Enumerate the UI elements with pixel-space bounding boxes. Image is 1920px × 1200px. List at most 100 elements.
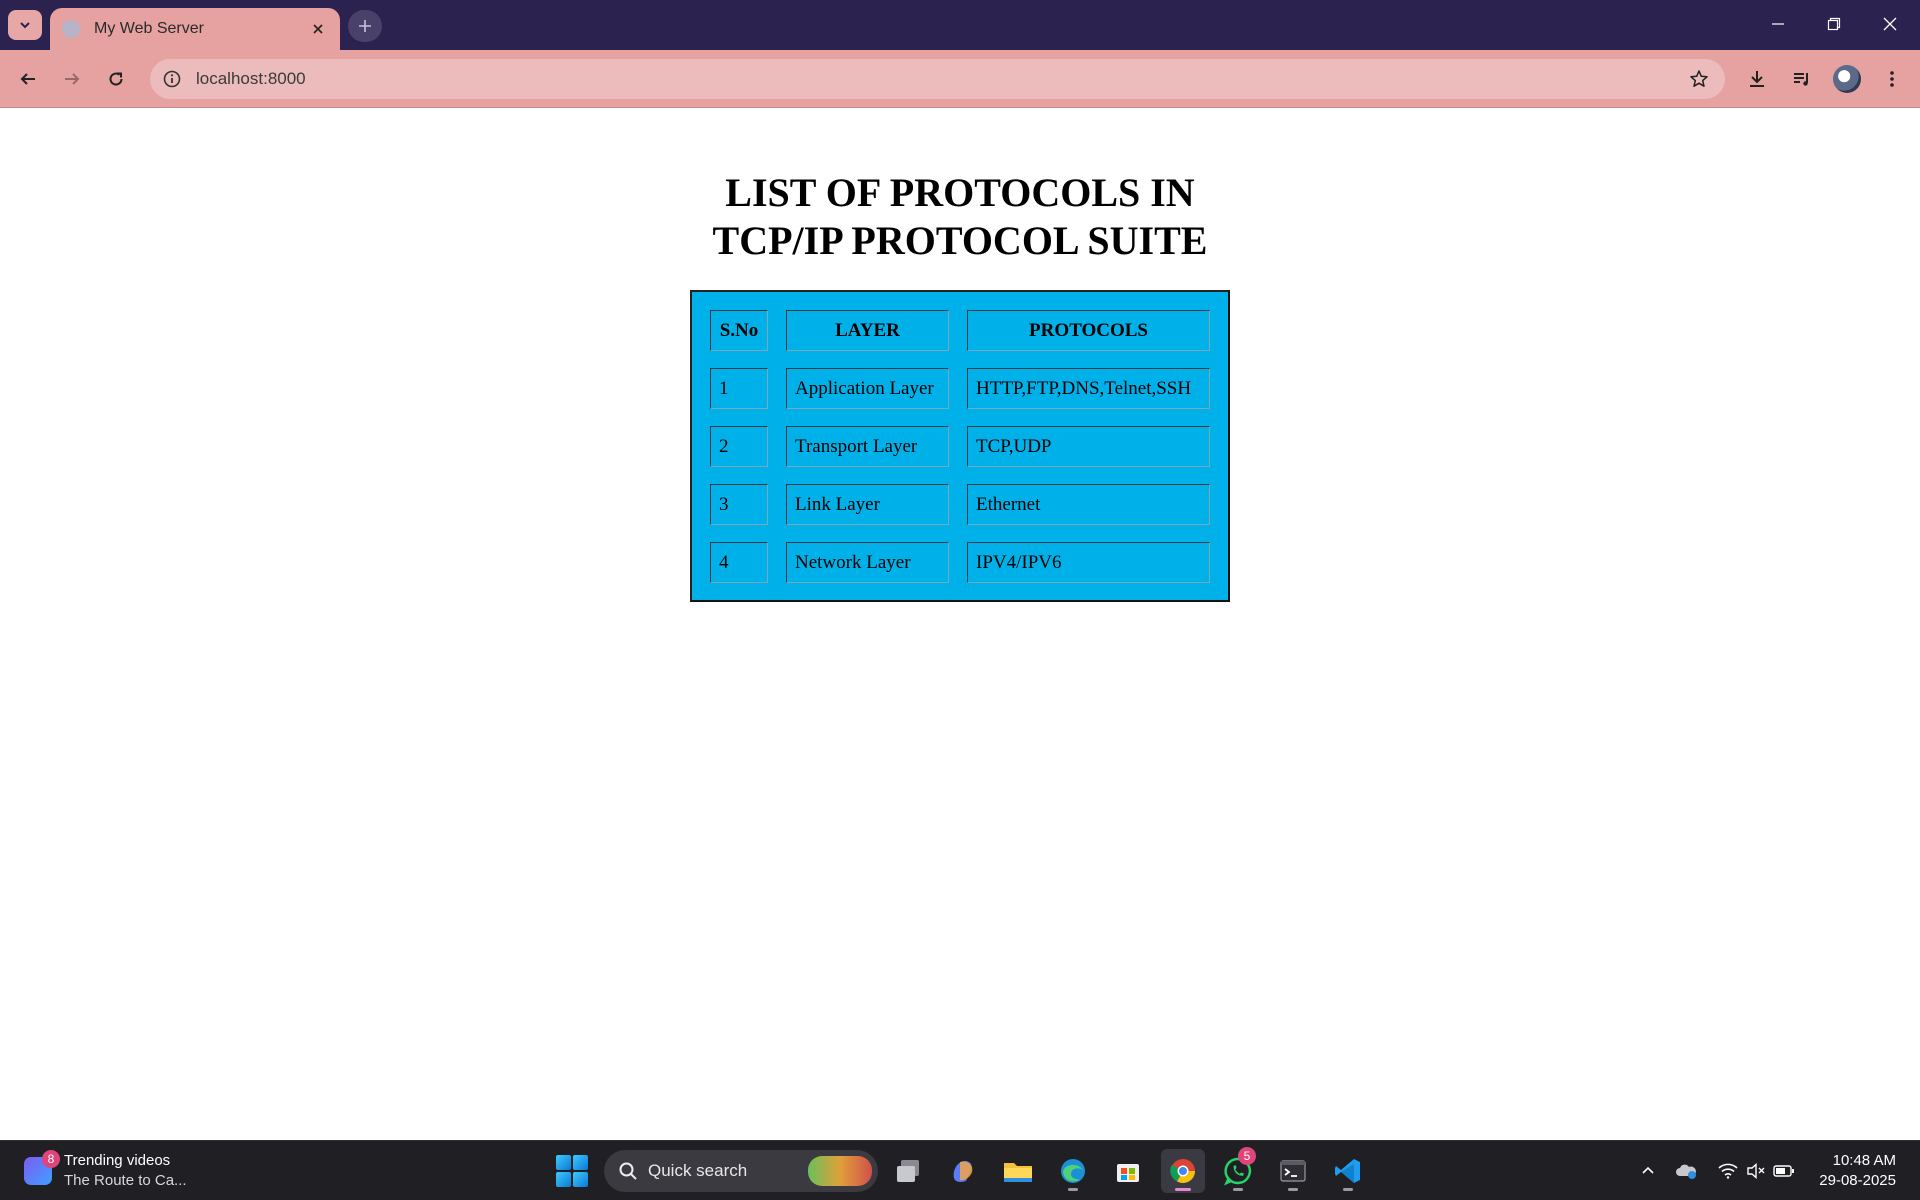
- restore-icon: [1827, 17, 1841, 31]
- globe-icon: [62, 20, 80, 38]
- copilot-app[interactable]: [941, 1149, 985, 1193]
- new-tab-button[interactable]: [348, 10, 382, 42]
- chevron-up-icon: [1642, 1166, 1654, 1174]
- widget-subtitle: The Route to Ca...: [64, 1172, 187, 1189]
- table-cell-protocols: Ethernet: [967, 484, 1210, 525]
- wifi-tray-button[interactable]: [1714, 1157, 1742, 1185]
- close-window-button[interactable]: [1862, 4, 1918, 44]
- running-indicator: [1288, 1188, 1298, 1191]
- taskbar-clock[interactable]: 10:48 AM 29-08-2025: [1819, 1151, 1896, 1191]
- close-icon: [1883, 17, 1897, 31]
- terminal-icon: [1280, 1160, 1306, 1182]
- address-bar[interactable]: localhost:8000: [150, 59, 1725, 99]
- windows-logo-tile: [556, 1155, 571, 1170]
- running-indicator: [1068, 1188, 1078, 1191]
- reload-button[interactable]: [96, 59, 136, 99]
- playlist-icon: [1794, 73, 1808, 86]
- battery-tray-button[interactable]: [1770, 1157, 1798, 1185]
- more-vertical-icon: [1890, 71, 1894, 87]
- taskbar: 8 Trending videos The Route to Ca... Qui…: [0, 1140, 1920, 1200]
- taskbar-search[interactable]: Quick search: [604, 1150, 878, 1192]
- table-cell-protocols: IPV4/IPV6: [967, 542, 1210, 583]
- windows-logo-tile: [573, 1172, 588, 1187]
- browser-menu-button[interactable]: [1872, 59, 1912, 99]
- battery-icon: [1773, 1165, 1794, 1177]
- browser-tab[interactable]: My Web Server: [50, 8, 340, 50]
- table-cell-sno: 4: [710, 542, 768, 583]
- widget-title: Trending videos: [64, 1152, 171, 1169]
- chevron-down-icon: [20, 22, 30, 29]
- minimize-button[interactable]: [1750, 4, 1806, 44]
- table-header-protocols: PROTOCOLS: [967, 310, 1210, 351]
- table-cell-layer: Link Layer: [786, 484, 949, 525]
- media-controls-button[interactable]: [1782, 59, 1822, 99]
- widgets-button[interactable]: 8 Trending videos The Route to Ca...: [24, 1149, 187, 1193]
- download-icon: [1750, 71, 1764, 87]
- store-bag-icon: [1117, 1164, 1139, 1182]
- page-content: LIST OF PROTOCOLS IN TCP/IP PROTOCOL SUI…: [0, 109, 1920, 1140]
- volume-tray-button[interactable]: [1742, 1157, 1770, 1185]
- minimize-icon: [1772, 23, 1784, 25]
- table-header-sno: S.No: [710, 310, 768, 351]
- restore-button[interactable]: [1806, 4, 1862, 44]
- back-button[interactable]: [8, 59, 48, 99]
- widget-text: Trending videos The Route to Ca...: [64, 1151, 187, 1191]
- reload-icon: [109, 72, 123, 86]
- microsoft-store-app[interactable]: [1106, 1149, 1150, 1193]
- notification-badge: 8: [42, 1150, 60, 1168]
- file-manager-app[interactable]: [886, 1149, 930, 1193]
- tab-search-button[interactable]: [8, 10, 42, 40]
- search-icon: [619, 1162, 637, 1180]
- plus-icon: [359, 20, 371, 32]
- browser-titlebar: My Web Server: [0, 0, 1920, 50]
- site-info-icon[interactable]: [152, 59, 192, 99]
- page-title-line-2: TCP/IP PROTOCOL SUITE: [712, 218, 1208, 263]
- protocols-table: S.No LAYER PROTOCOLS 1 Application Layer…: [690, 290, 1230, 602]
- table-cell-sno: 3: [710, 484, 768, 525]
- table-cell-protocols: HTTP,FTP,DNS,Telnet,SSH: [967, 368, 1210, 409]
- wifi-icon: [1718, 1163, 1738, 1179]
- url-text[interactable]: localhost:8000: [196, 69, 1679, 89]
- bookmark-star-icon[interactable]: [1679, 59, 1719, 99]
- running-indicator: [1175, 1188, 1191, 1191]
- page-title: LIST OF PROTOCOLS IN TCP/IP PROTOCOL SUI…: [660, 169, 1260, 265]
- table-cell-sno: 1: [710, 368, 768, 409]
- table-cell-sno: 2: [710, 426, 768, 467]
- vscode-app[interactable]: [1326, 1149, 1370, 1193]
- whatsapp-app[interactable]: 5: [1216, 1147, 1260, 1193]
- table-cell-protocols: TCP,UDP: [967, 426, 1210, 467]
- close-icon: [313, 24, 323, 34]
- onedrive-tray-button[interactable]: [1672, 1157, 1700, 1185]
- close-tab-button[interactable]: [308, 19, 328, 39]
- terminal-app[interactable]: [1271, 1149, 1315, 1193]
- search-highlight-image: [808, 1156, 872, 1186]
- arrow-right-icon: [65, 73, 80, 85]
- folder-icon: [1004, 1163, 1032, 1182]
- table-header-layer: LAYER: [786, 310, 949, 351]
- show-hidden-icons-button[interactable]: [1634, 1157, 1662, 1185]
- browser-toolbar: localhost:8000: [0, 50, 1920, 108]
- edge-app[interactable]: [1051, 1149, 1095, 1193]
- chrome-icon: [1170, 1159, 1195, 1184]
- profile-button[interactable]: [1827, 59, 1867, 99]
- downloads-button[interactable]: [1737, 59, 1777, 99]
- table-cell-layer: Application Layer: [786, 368, 949, 409]
- copilot-icon: [953, 1161, 973, 1182]
- file-explorer-app[interactable]: [996, 1149, 1040, 1193]
- forward-button[interactable]: [52, 59, 92, 99]
- avatar: [1833, 65, 1861, 93]
- cloud-icon: [1676, 1164, 1696, 1179]
- start-button[interactable]: [556, 1155, 588, 1187]
- volume-muted-icon: [1747, 1163, 1765, 1179]
- windows-logo-tile: [573, 1155, 588, 1170]
- edge-icon: [1061, 1159, 1085, 1183]
- notification-badge: 5: [1238, 1147, 1256, 1165]
- page-title-line-1: LIST OF PROTOCOLS IN: [725, 170, 1195, 215]
- stacked-windows-icon: [897, 1160, 919, 1182]
- running-indicator: [1233, 1188, 1243, 1191]
- chrome-app[interactable]: [1161, 1149, 1205, 1193]
- arrow-left-icon: [20, 73, 35, 85]
- table-cell-layer: Transport Layer: [786, 426, 949, 467]
- table-cell-layer: Network Layer: [786, 542, 949, 583]
- windows-logo-tile: [556, 1172, 571, 1187]
